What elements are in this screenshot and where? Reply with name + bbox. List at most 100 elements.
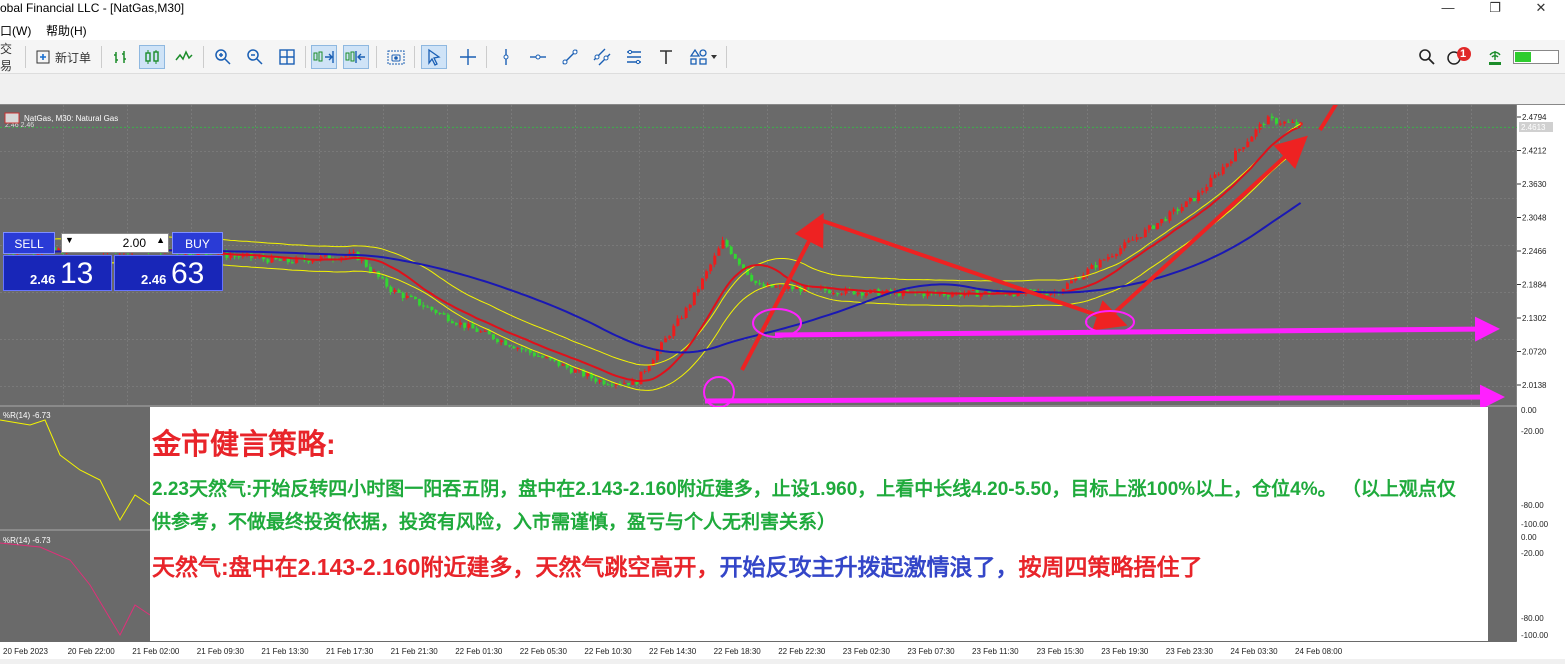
candlestick-icon[interactable] [139, 45, 165, 69]
candle-body [1254, 129, 1258, 137]
candle-body [409, 295, 413, 298]
indicator1-level-label: -100.00 [1521, 520, 1549, 529]
candle-body [1012, 294, 1016, 297]
indicator1-label: %R(14) -6.73 [3, 411, 51, 420]
price-tick-label: 2.2466 [1522, 247, 1547, 256]
zoom-out-icon[interactable] [242, 45, 268, 69]
close-button[interactable]: ✕ [1518, 0, 1564, 18]
sell-button[interactable]: SELL [3, 232, 55, 254]
text-icon[interactable] [653, 45, 679, 69]
candle-body [438, 313, 442, 315]
notification-badge: 1 [1460, 48, 1467, 60]
candle-body [787, 286, 791, 289]
candle-body [623, 382, 627, 384]
buy-price-prefix: 2.46 [141, 272, 167, 287]
chart-menu-icon[interactable] [4, 112, 20, 124]
toolbar-separator [726, 46, 727, 68]
candle-body [389, 286, 393, 293]
candle-body [1102, 259, 1106, 261]
candle-body [840, 293, 844, 295]
candle-body [233, 255, 237, 257]
price-tick-label: 2.0720 [1522, 348, 1547, 357]
new-order-button[interactable]: 新订单 [31, 45, 95, 69]
candle-body [1135, 237, 1139, 240]
update-part-2: 开始反攻主升拨起激情浪了， [719, 554, 1019, 580]
fibonacci-icon[interactable] [621, 45, 647, 69]
candle-body [737, 258, 741, 265]
trendline-icon[interactable] [557, 45, 583, 69]
candle-body [1106, 256, 1110, 260]
horizontal-line-icon[interactable] [525, 45, 551, 69]
menu-window[interactable]: 口(W) [0, 22, 31, 39]
candle-body [1143, 229, 1147, 238]
candle-body [610, 384, 614, 386]
sell-price-big: 13 [60, 257, 94, 290]
candle-body [1164, 219, 1168, 221]
candle-body [643, 371, 647, 373]
lot-size-field[interactable]: ▼ 2.00 ▲ [61, 233, 169, 253]
screenshot-icon[interactable] [383, 45, 409, 69]
candle-body [229, 255, 233, 258]
messages-button[interactable]: 1 [1444, 45, 1474, 69]
candle-body [1188, 198, 1192, 202]
connection-status[interactable] [1512, 45, 1560, 69]
candle-body [701, 278, 704, 290]
time-tick-label: 21 Feb 13:30 [261, 647, 309, 656]
commentary-update: 天然气:盘中在2.143-2.160附近建多，天然气跳空高开，开始反攻主升拨起激… [152, 548, 1202, 582]
trade-label: 交易 [0, 42, 13, 73]
price-tick-label: 2.3048 [1522, 214, 1547, 223]
lot-up-arrow-icon[interactable]: ▲ [156, 235, 165, 245]
trade-button[interactable]: 交易 [0, 42, 22, 73]
buy-button[interactable]: BUY [172, 232, 223, 254]
candle-body [524, 349, 528, 351]
zoom-in-icon[interactable] [210, 45, 236, 69]
candle-body [1217, 174, 1221, 176]
channel-icon[interactable] [589, 45, 615, 69]
candle-body [1279, 123, 1283, 125]
candle-body [856, 292, 860, 295]
cursor-icon[interactable] [421, 45, 447, 69]
candle-body [1172, 209, 1176, 212]
time-tick-label: 22 Feb 18:30 [714, 647, 762, 656]
signal-icon[interactable] [1482, 45, 1508, 69]
candle-body [1045, 293, 1049, 296]
candle-body [725, 240, 729, 247]
bar-chart-icon[interactable] [108, 45, 134, 69]
candle-body [541, 356, 545, 358]
toolbar-separator [25, 46, 26, 68]
candle-body [1065, 283, 1069, 289]
candle-body [606, 384, 610, 386]
indicator2-pane[interactable] [0, 531, 150, 641]
time-tick-label: 24 Feb 03:30 [1230, 647, 1278, 656]
candle-body [385, 278, 389, 287]
candle-body [947, 295, 950, 297]
line-chart-icon[interactable] [171, 45, 197, 69]
search-icon[interactable] [1414, 45, 1440, 69]
vertical-line-icon[interactable] [493, 45, 519, 69]
menu-help[interactable]: 帮助(H) [46, 22, 87, 39]
minimize-button[interactable]: — [1425, 0, 1471, 18]
time-tick-label: 23 Feb 11:30 [972, 647, 1019, 656]
buy-price[interactable]: 2.46 63 [114, 255, 223, 291]
buy-price-big: 63 [171, 257, 205, 290]
lot-down-arrow-icon[interactable]: ▼ [65, 235, 74, 245]
window-title: obal Financial LLC - [NatGas,M30] [0, 1, 185, 15]
shapes-dropdown[interactable] [683, 45, 723, 69]
toolbar-separator [376, 46, 377, 68]
candle-body [278, 259, 282, 261]
menu-bar: 口(W) 帮助(H) [0, 18, 1565, 40]
crosshair-icon[interactable] [455, 45, 481, 69]
candle-body [1008, 294, 1012, 296]
autoscroll-icon[interactable] [311, 45, 337, 69]
restore-button[interactable]: ❐ [1472, 0, 1518, 18]
candle-body [463, 322, 467, 328]
chart-shift-icon[interactable] [343, 45, 369, 69]
candle-body [266, 259, 270, 263]
indicator1-pane[interactable] [0, 407, 150, 529]
candle-body [405, 295, 409, 298]
tile-windows-icon[interactable] [274, 45, 300, 69]
lot-size-value: 2.00 [122, 236, 146, 250]
candle-body [688, 304, 692, 308]
sell-price[interactable]: 2.46 13 [3, 255, 112, 291]
candle-body [860, 292, 864, 296]
